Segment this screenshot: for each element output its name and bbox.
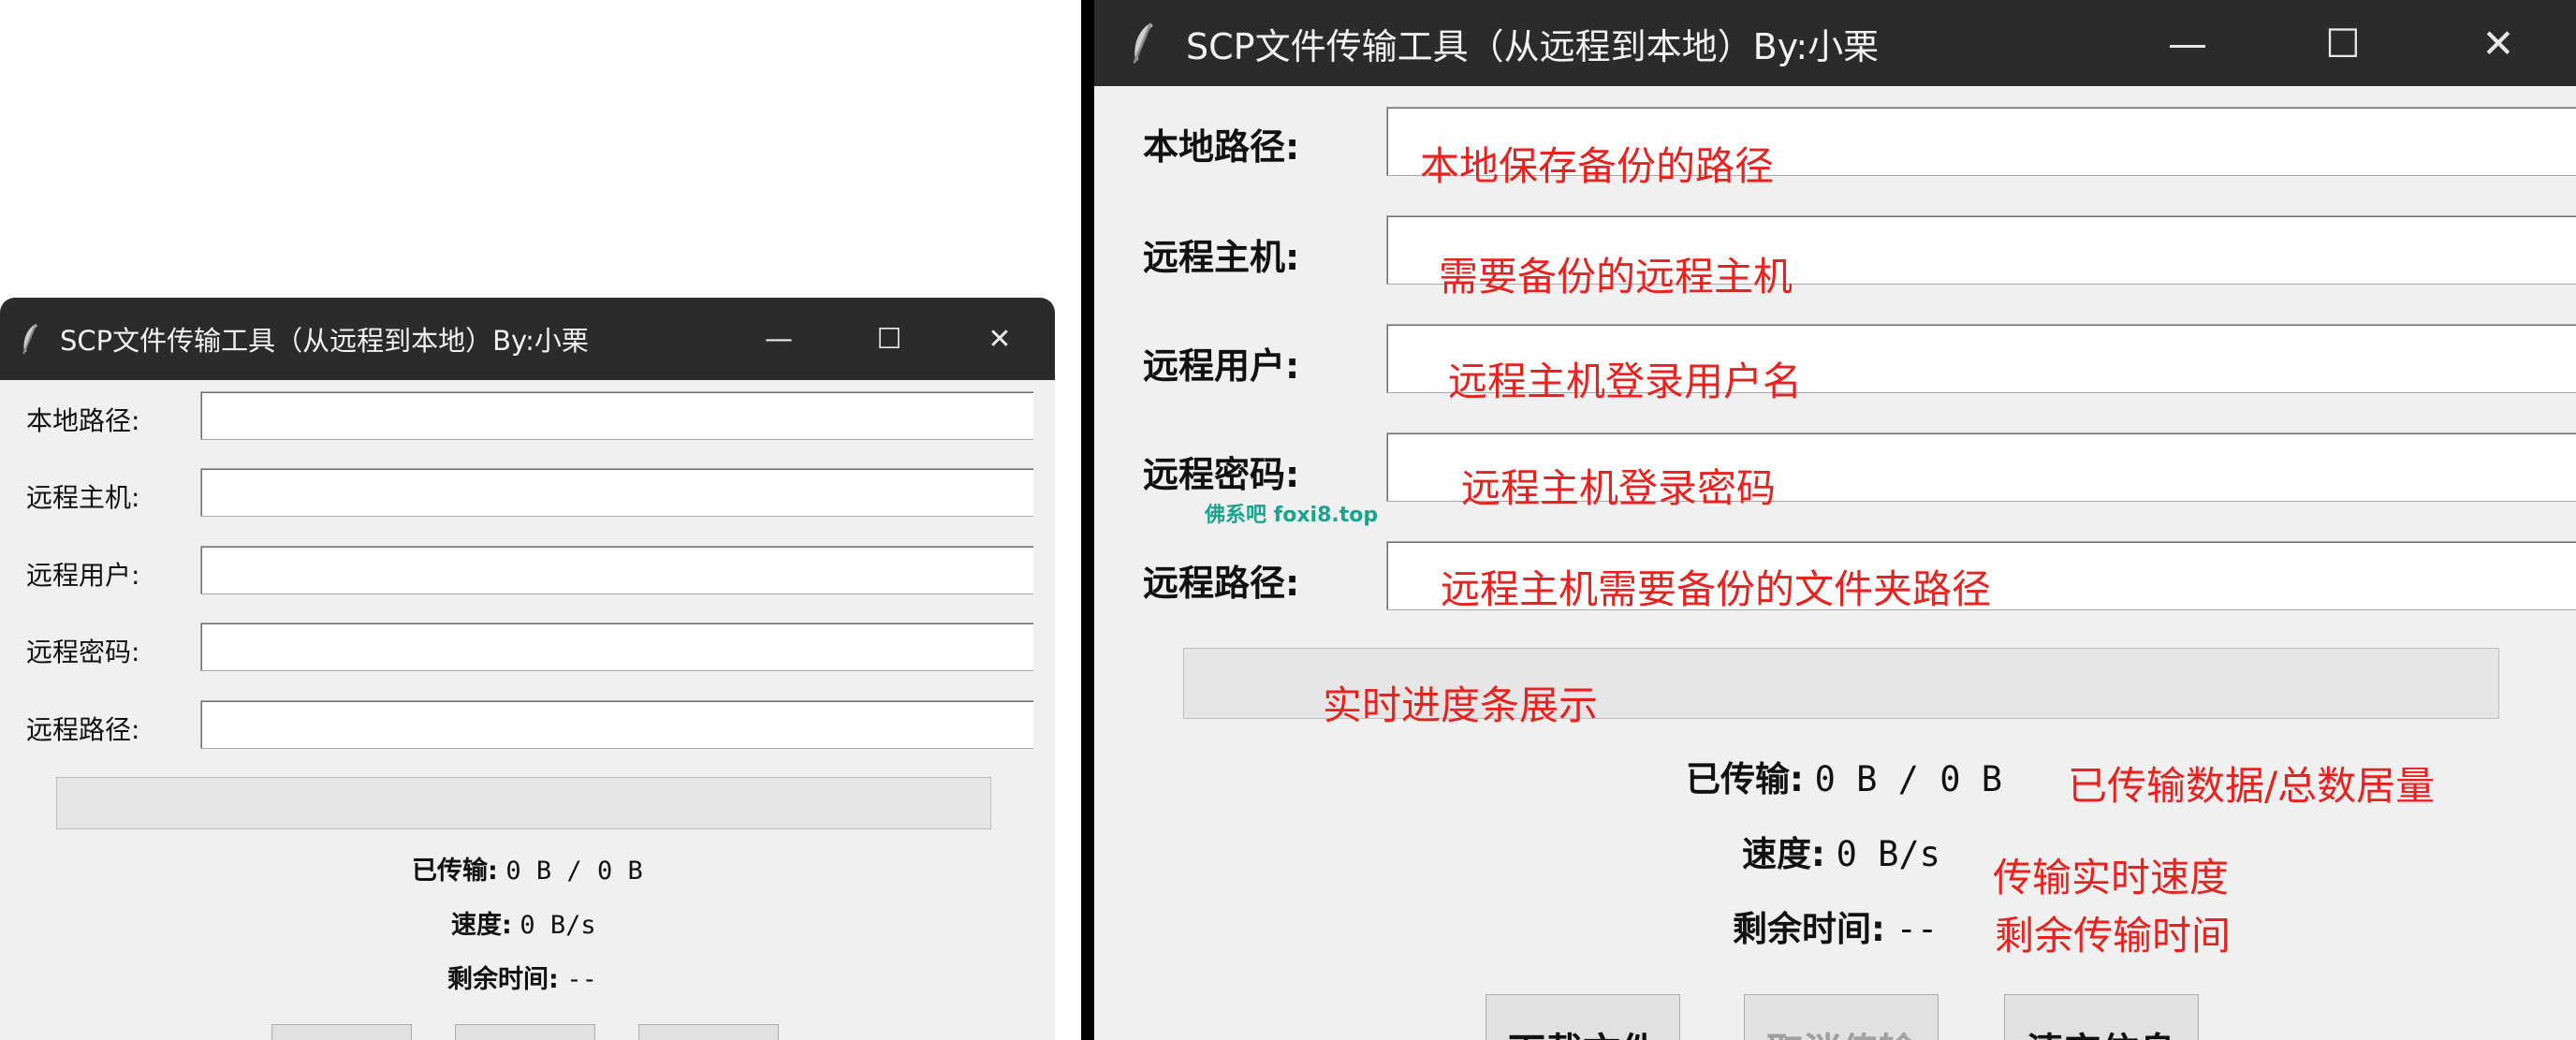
transferred-label: 已传输:: [1686, 759, 1804, 799]
transferred-label: 已传输:: [412, 857, 498, 886]
local-path-input[interactable]: [200, 391, 1033, 440]
local-path-label: 本地路径:: [1143, 126, 1300, 168]
cancel-button[interactable]: 取消传输: [1744, 994, 1939, 1040]
remote-password-label: 远程密码:: [26, 637, 140, 667]
remote-path-label: 远程路径:: [1143, 563, 1300, 604]
remote-password-input[interactable]: [200, 623, 1033, 671]
speed-stat: 速度: 0 B/s: [1742, 826, 1940, 876]
maximize-button[interactable]: ☐: [2265, 0, 2421, 86]
transferred-value: 0 B / 0 B: [505, 857, 643, 886]
remote-user-label: 远程用户:: [26, 560, 140, 591]
title-bar[interactable]: SCP文件传输工具（从远程到本地）By:小栗 — ☐ ✕: [1094, 0, 2576, 86]
close-button[interactable]: ✕: [944, 298, 1055, 380]
remaining-stat: 剩余时间: --: [447, 959, 597, 995]
local-path-label: 本地路径:: [26, 405, 140, 436]
remote-path-annotation: 远程主机需要备份的文件夹路径: [1441, 566, 1992, 612]
remote-host-input[interactable]: [200, 468, 1033, 517]
window-title: SCP文件传输工具（从远程到本地）By:小栗: [1186, 25, 1880, 67]
maximize-button[interactable]: ☐: [834, 298, 944, 380]
remaining-label: 剩余时间:: [447, 965, 559, 994]
maximize-icon: ☐: [876, 322, 902, 356]
scp-window-small: SCP文件传输工具（从远程到本地）By:小栗 — ☐ ✕ 本地路径: 远程主机:…: [0, 298, 1055, 1040]
clear-button[interactable]: 清空信息: [638, 1024, 779, 1040]
remote-host-annotation: 需要备份的远程主机: [1439, 254, 1793, 300]
minimize-icon: —: [765, 322, 793, 356]
composite-screenshot: SCP文件传输工具（从远程到本地）By:小栗 — ☐ ✕ 本地路径: 远程主机:…: [0, 0, 2576, 1040]
speed-value: 0 B/s: [1836, 834, 1940, 874]
close-button[interactable]: ✕: [2421, 0, 2576, 86]
progress-bar: [56, 777, 991, 829]
close-icon: ✕: [2481, 20, 2515, 66]
speed-annotation: 传输实时速度: [1993, 855, 2230, 901]
remaining-label: 剩余时间:: [1733, 909, 1885, 949]
transferred-annotation: 已传输数据/总数居量: [2068, 763, 2436, 809]
transferred-stat: 已传输: 0 B / 0 B: [412, 850, 643, 886]
remote-user-label: 远程用户:: [1143, 345, 1300, 387]
remote-host-label: 远程主机:: [26, 482, 140, 513]
remaining-stat: 剩余时间: --: [1733, 901, 1938, 951]
speed-label: 速度:: [1742, 834, 1825, 874]
cancel-button[interactable]: 取消传输: [455, 1024, 595, 1040]
minimize-button[interactable]: —: [2110, 0, 2265, 86]
progress-annotation: 实时进度条展示: [1323, 682, 1599, 728]
remote-password-label: 远程密码:: [1143, 454, 1300, 495]
close-icon: ✕: [988, 322, 1012, 356]
scp-window-annotated: SCP文件传输工具（从远程到本地）By:小栗 — ☐ ✕ 本地路径: 本地保存备…: [1094, 0, 2576, 1040]
clear-button[interactable]: 清空信息: [2004, 994, 2199, 1040]
feather-icon: [19, 322, 41, 356]
remote-user-input[interactable]: [200, 546, 1033, 594]
watermark: 佛系吧 foxi8.top: [1205, 504, 1379, 527]
speed-label: 速度:: [451, 911, 512, 940]
speed-stat: 速度: 0 B/s: [451, 904, 596, 941]
remote-user-annotation: 远程主机登录用户名: [1448, 359, 1803, 404]
window-title: SCP文件传输工具（从远程到本地）By:小栗: [60, 325, 589, 357]
title-bar[interactable]: SCP文件传输工具（从远程到本地）By:小栗 — ☐ ✕: [0, 298, 1055, 380]
transferred-value: 0 B / 0 B: [1814, 759, 2003, 799]
remote-path-input[interactable]: [200, 700, 1033, 749]
local-path-annotation: 本地保存备份的路径: [1420, 143, 1775, 189]
remote-password-annotation: 远程主机登录密码: [1461, 465, 1777, 511]
remote-path-label: 远程路径:: [26, 714, 140, 745]
download-button[interactable]: 下载文件: [271, 1024, 412, 1040]
minimize-icon: —: [2168, 20, 2207, 66]
maximize-icon: ☐: [2325, 20, 2361, 66]
remaining-annotation: 剩余传输时间: [1995, 913, 2232, 959]
speed-value: 0 B/s: [520, 911, 596, 940]
transferred-stat: 已传输: 0 B / 0 B: [1686, 751, 2002, 801]
download-button[interactable]: 下载文件: [1486, 994, 1680, 1040]
remote-host-label: 远程主机:: [1143, 237, 1300, 278]
feather-icon: [1128, 21, 1158, 66]
remaining-value: --: [1895, 909, 1939, 949]
image-divider: [1081, 0, 1094, 1040]
remaining-value: --: [566, 965, 597, 994]
minimize-button[interactable]: —: [724, 298, 834, 380]
